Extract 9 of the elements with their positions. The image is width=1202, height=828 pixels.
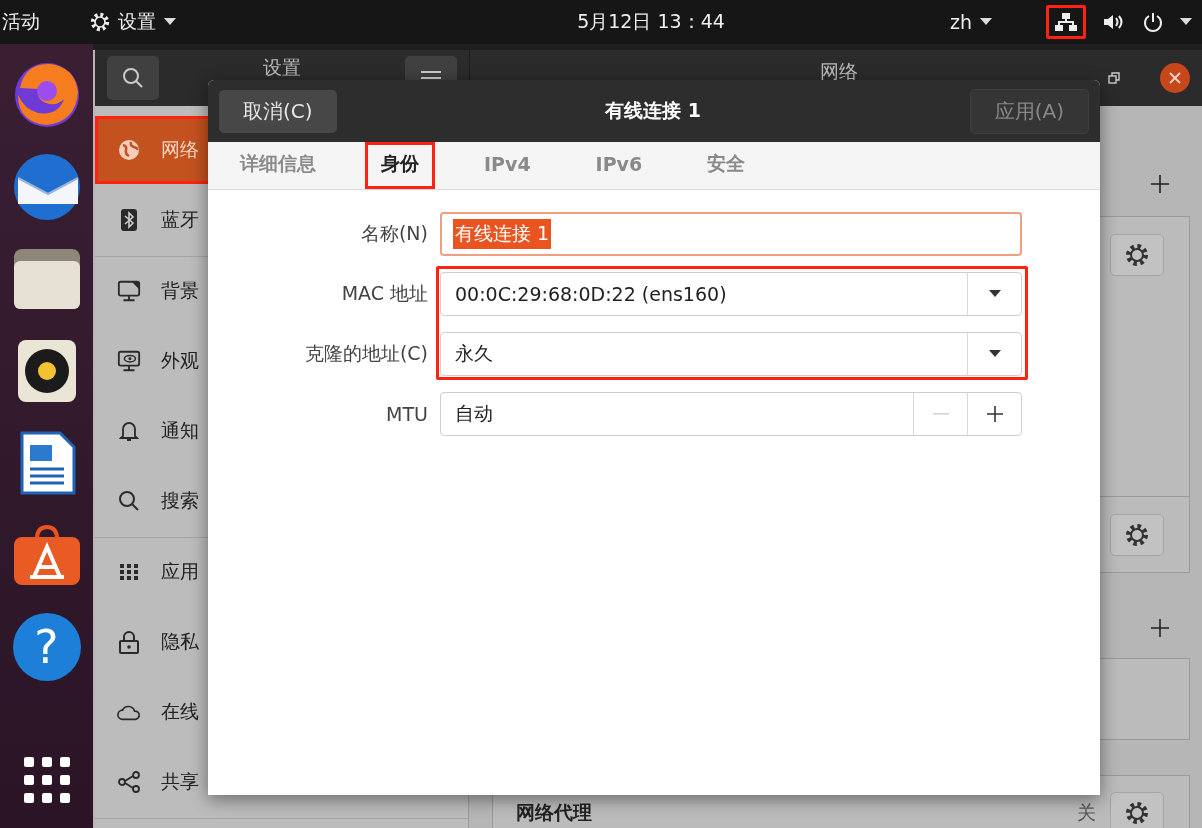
proxy-label: 网络代理 bbox=[516, 799, 592, 825]
dialog-title: 有线连接 1 bbox=[605, 98, 702, 123]
proxy-status: 关 bbox=[1077, 799, 1096, 825]
field-label: 克隆的地址(C) bbox=[303, 341, 428, 366]
panel-title: 网络 bbox=[820, 59, 858, 84]
field-label: MTU bbox=[385, 402, 428, 427]
field-label: MAC 地址 bbox=[340, 281, 428, 306]
field-label: 名称(N) bbox=[359, 221, 428, 246]
sidebar-title: 设置 bbox=[263, 55, 301, 80]
